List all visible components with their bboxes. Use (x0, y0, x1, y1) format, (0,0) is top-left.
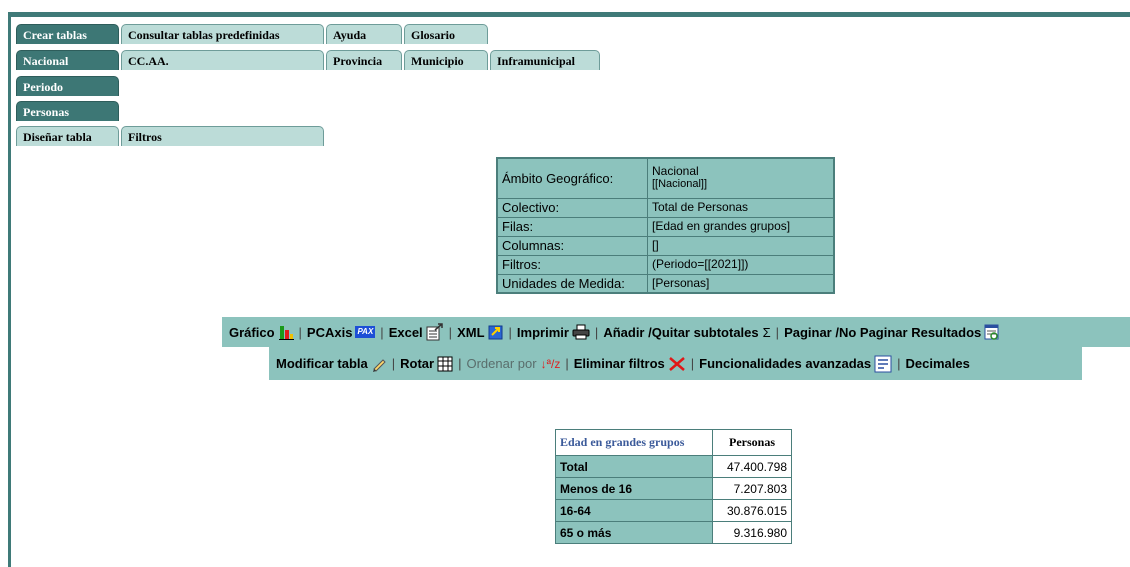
table-row: 65 o más 9.316.980 (555, 521, 792, 544)
pax-icon: PAX (355, 326, 376, 338)
eliminar-filtros-button[interactable]: Eliminar filtros (574, 356, 686, 372)
info-label-filas: Filas: (496, 216, 648, 237)
red-x-icon (668, 356, 685, 371)
advanced-list-icon (874, 355, 892, 372)
table-summary: Ámbito Geográfico: Nacional [[Nacional]]… (496, 157, 835, 294)
info-value-ambito-line2: [[Nacional]] (652, 178, 708, 191)
excel-label: Excel (388, 324, 423, 340)
imprimir-label: Imprimir (516, 324, 569, 340)
toolbar-separator: | (690, 356, 695, 371)
toolbar-separator: | (298, 324, 302, 340)
info-value-ambito-line1: Nacional (652, 164, 699, 179)
tab-provincia[interactable]: Provincia (326, 50, 402, 70)
info-value-unidades: [Personas] (647, 273, 835, 294)
info-value-filtros: (Periodo=[[2021]]) (647, 254, 835, 275)
tab-municipio[interactable]: Municipio (404, 50, 488, 70)
row-value: 7.207.803 (712, 477, 792, 500)
table-row: Total 47.400.798 (555, 455, 792, 478)
rotar-button[interactable]: Rotar (400, 356, 453, 372)
eliminar-filtros-label: Eliminar filtros (573, 356, 665, 371)
tab-nacional[interactable]: Nacional (16, 50, 119, 70)
toolbar-separator: | (448, 324, 453, 340)
toolbar-separator: | (565, 356, 569, 371)
printer-icon (572, 324, 590, 340)
modificar-tabla-label: Modificar tabla (276, 356, 368, 371)
info-value-colectivo: Total de Personas (647, 197, 835, 218)
decimales-button[interactable]: Decimales (906, 356, 970, 371)
tab-inframunicipal[interactable]: Inframunicipal (490, 50, 600, 70)
tab-periodo[interactable]: Periodo (16, 76, 119, 96)
table-row: 16-64 30.876.015 (555, 499, 792, 522)
toolbar-separator: | (775, 324, 780, 340)
excel-button[interactable]: Excel (389, 323, 444, 341)
table-row: Menos de 16 7.207.803 (555, 477, 792, 500)
results-header-personas: Personas (712, 429, 792, 456)
row-value: 47.400.798 (712, 455, 792, 478)
rotar-label: Rotar (400, 356, 435, 371)
tab-crear-tablas[interactable]: Crear tablas (16, 24, 119, 44)
xml-export-icon (488, 325, 503, 340)
info-label-colectivo: Colectivo: (496, 197, 648, 218)
tab-glosario[interactable]: Glosario (404, 24, 488, 44)
subtotales-label: Añadir /Quitar subtotales (603, 324, 759, 340)
toolbar-separator: | (391, 356, 396, 371)
grafico-label: Gráfico (229, 324, 275, 340)
row-value: 30.876.015 (712, 499, 792, 522)
toolbar-separator: | (380, 324, 384, 340)
modificar-tabla-button[interactable]: Modificar tabla (276, 356, 387, 372)
tab-filtros[interactable]: Filtros (121, 126, 324, 146)
tab-disenar-tabla[interactable]: Diseñar tabla (16, 126, 119, 146)
paginate-icon (984, 324, 999, 340)
tab-consultar-tablas-predefinidas[interactable]: Consultar tablas predefinidas (121, 24, 324, 44)
results-table: Edad en grandes grupos Personas Total 47… (555, 429, 792, 544)
pcaxis-label: PCAxis (306, 324, 353, 340)
info-label-ambito: Ámbito Geográfico: (496, 157, 648, 199)
info-label-unidades: Unidades de Medida: (496, 273, 648, 294)
row-value: 9.316.980 (712, 521, 792, 544)
info-value-ambito: Nacional [[Nacional]] (647, 157, 835, 199)
row-label: 65 o más (555, 521, 713, 544)
imprimir-button[interactable]: Imprimir (517, 324, 590, 340)
toolbar-separator: | (897, 356, 901, 371)
excel-export-icon (426, 323, 443, 341)
rotate-grid-icon (437, 356, 453, 371)
info-label-columnas: Columnas: (496, 235, 648, 256)
toolbar-export: Gráfico | PCAxis PAX | Excel | XML | Imp… (222, 317, 1130, 347)
paginar-button[interactable]: Paginar /No Paginar Resultados (784, 324, 1000, 341)
tab-ayuda[interactable]: Ayuda (326, 24, 402, 44)
bar-chart-icon (278, 326, 294, 340)
decimales-label: Decimales (905, 356, 970, 371)
row-label: Total (555, 455, 713, 478)
subtotales-button[interactable]: Añadir /Quitar subtotales Σ (603, 325, 770, 340)
info-value-filas: [Edad en grandes grupos] (647, 216, 835, 237)
tab-personas[interactable]: Personas (16, 101, 119, 121)
funcionalidades-avanzadas-button[interactable]: Funcionalidades avanzadas (699, 355, 892, 373)
pcaxis-button[interactable]: PCAxis PAX (306, 324, 376, 340)
xml-button[interactable]: XML (457, 324, 503, 340)
paginar-label: Paginar /No Paginar Resultados (784, 324, 982, 340)
xml-label: XML (457, 324, 485, 340)
toolbar-separator: | (508, 324, 512, 340)
pencil-icon (372, 358, 386, 372)
info-value-columnas: [] (647, 235, 835, 256)
sort-icon: ↓ª/z (540, 356, 561, 371)
tab-ccaa[interactable]: CC.AA. (121, 50, 324, 70)
info-label-filtros: Filtros: (496, 254, 648, 275)
toolbar-table-actions: Modificar tabla | Rotar | Ordenar por ↓ª… (269, 347, 1082, 380)
sigma-icon: Σ (762, 324, 771, 340)
ordenar-por-button[interactable]: Ordenar por ↓ª/z (466, 356, 560, 371)
top-frame-bar (8, 12, 1130, 17)
toolbar-separator: | (594, 324, 599, 340)
funcionalidades-avanzadas-label: Funcionalidades avanzadas (699, 356, 872, 371)
row-label: Menos de 16 (555, 477, 713, 500)
grafico-button[interactable]: Gráfico (229, 324, 294, 340)
row-label: 16-64 (555, 499, 713, 522)
results-header-edad[interactable]: Edad en grandes grupos (555, 429, 713, 456)
ordenar-por-label: Ordenar por (466, 356, 537, 371)
toolbar-separator: | (458, 356, 462, 371)
left-frame-bar (8, 12, 11, 567)
